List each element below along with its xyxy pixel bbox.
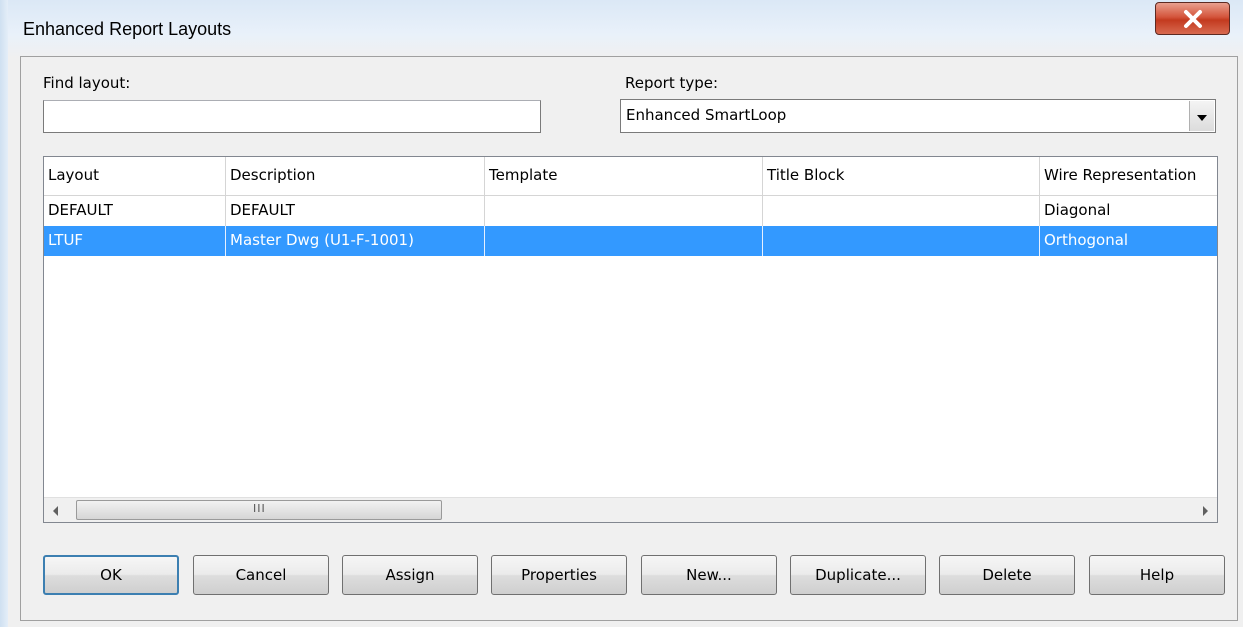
find-layout-label: Find layout: <box>43 74 131 92</box>
table-row[interactable]: DEFAULT DEFAULT Diagonal <box>44 196 1217 226</box>
cell-description: Master Dwg (U1-F-1001) <box>226 226 485 256</box>
horizontal-scrollbar[interactable]: III <box>44 497 1217 522</box>
close-button[interactable] <box>1155 2 1230 35</box>
table-header: Layout Description Template Title Block … <box>44 157 1217 196</box>
delete-button[interactable]: Delete <box>939 555 1075 595</box>
assign-button[interactable]: Assign <box>342 555 478 595</box>
dropdown-arrow-button[interactable] <box>1189 101 1214 131</box>
ok-button[interactable]: OK <box>43 555 179 595</box>
report-type-value: Enhanced SmartLoop <box>626 106 787 124</box>
cell-layout: LTUF <box>44 226 226 256</box>
column-header-description[interactable]: Description <box>226 157 485 195</box>
properties-button[interactable]: Properties <box>491 555 627 595</box>
title-bar[interactable]: Enhanced Report Layouts <box>0 0 1243 58</box>
cell-title-block <box>763 196 1040 226</box>
find-layout-input[interactable] <box>43 100 541 133</box>
layouts-table[interactable]: Layout Description Template Title Block … <box>43 156 1218 523</box>
arrow-left-icon <box>53 506 58 516</box>
cell-description: DEFAULT <box>226 196 485 226</box>
report-type-label: Report type: <box>625 74 719 92</box>
report-type-select[interactable]: Enhanced SmartLoop <box>620 99 1216 133</box>
column-header-template[interactable]: Template <box>485 157 763 195</box>
close-x-icon <box>1184 10 1202 28</box>
arrow-right-icon <box>1203 506 1208 516</box>
cell-wire-representation: Orthogonal <box>1044 231 1129 249</box>
scrollbar-thumb[interactable]: III <box>76 500 442 520</box>
window-title: Enhanced Report Layouts <box>23 19 232 39</box>
help-button[interactable]: Help <box>1089 555 1225 595</box>
new-button[interactable]: New... <box>641 555 777 595</box>
scroll-right-button[interactable] <box>1193 498 1217 522</box>
duplicate-button[interactable]: Duplicate... <box>790 555 926 595</box>
column-header-title-block[interactable]: Title Block <box>763 157 1040 195</box>
column-header-wire-representation[interactable]: Wire Representation <box>1040 157 1217 195</box>
grip-icon: III <box>253 502 266 515</box>
window-frame-left <box>0 0 8 627</box>
scroll-left-button[interactable] <box>44 498 68 522</box>
cancel-button[interactable]: Cancel <box>193 555 329 595</box>
cell-template <box>485 226 763 256</box>
cell-title-block <box>763 226 1040 256</box>
cell-layout: DEFAULT <box>44 196 226 226</box>
chevron-down-icon <box>1197 115 1207 121</box>
dialog-window: Enhanced Report Layouts Find layout: Rep… <box>0 0 1243 627</box>
cell-template <box>485 196 763 226</box>
table-row-selected[interactable]: LTUF Master Dwg (U1-F-1001) Orthogonal <box>44 226 1217 256</box>
column-header-layout[interactable]: Layout <box>44 157 226 195</box>
cell-wire-representation: Diagonal <box>1044 201 1111 219</box>
